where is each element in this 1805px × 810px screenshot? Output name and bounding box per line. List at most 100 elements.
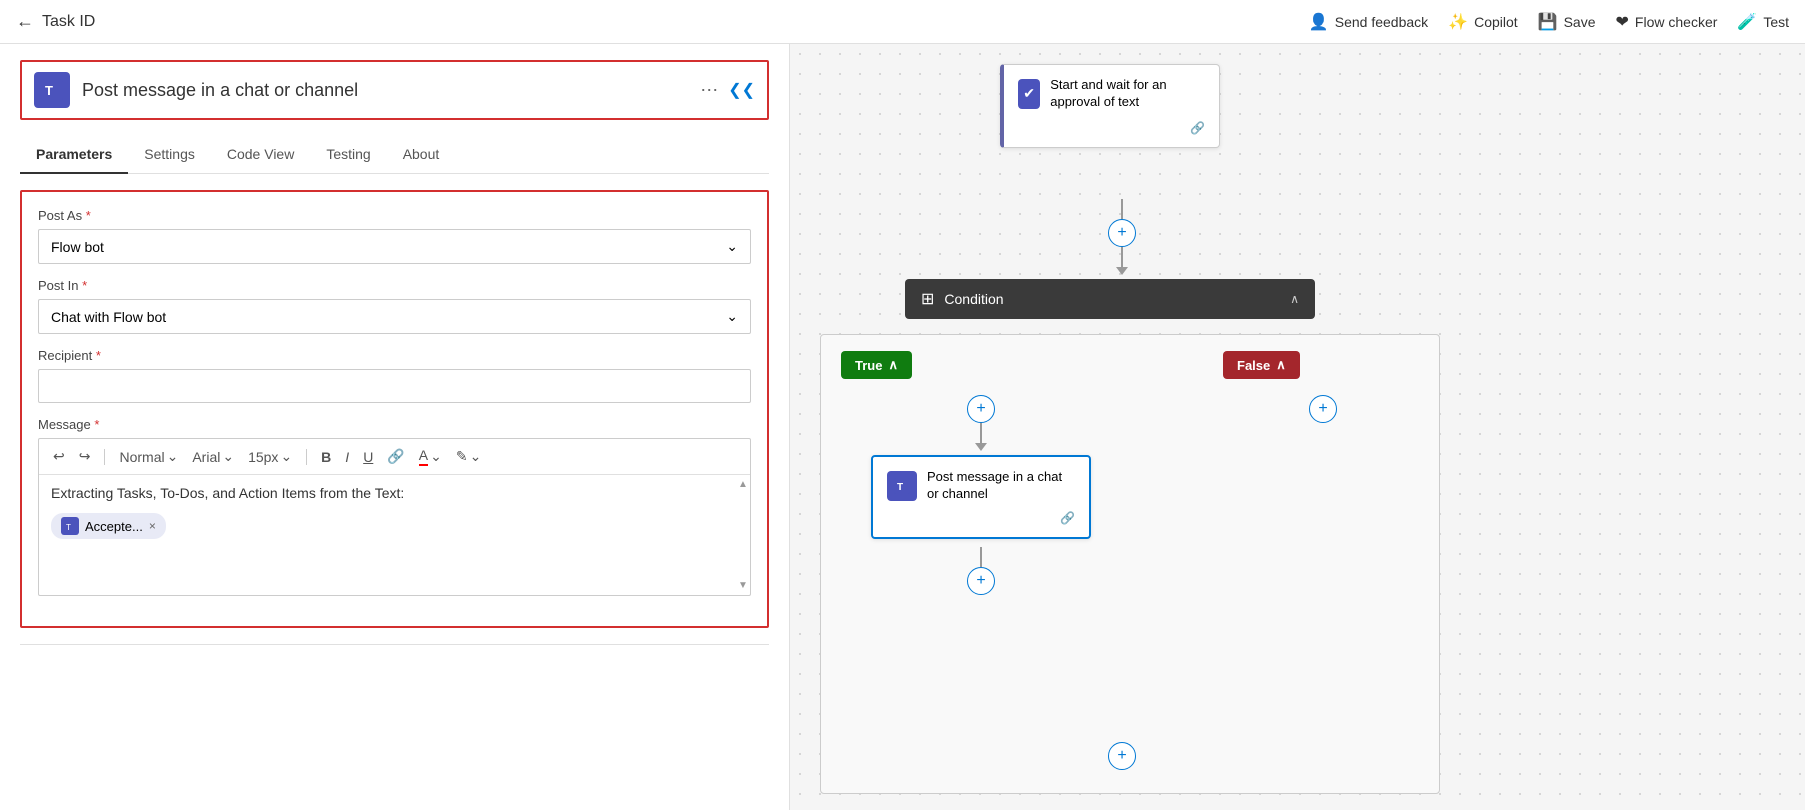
flow-checker-icon: ❤ — [1616, 12, 1629, 32]
connector-line-2 — [1121, 247, 1123, 267]
condition-node-icon: ⊞ — [921, 289, 934, 309]
post-in-label: Post In * — [38, 278, 751, 293]
copilot-icon: ✨ — [1448, 12, 1468, 32]
true-connector-arrow — [975, 443, 987, 451]
approval-node[interactable]: ✔ Start and wait for an approval of text… — [1000, 64, 1220, 148]
redo-button[interactable]: ↪ — [75, 446, 95, 467]
style-chevron-icon: ⌄ — [167, 448, 179, 465]
false-branch-label[interactable]: False ∧ — [1223, 351, 1300, 379]
panel-header: T Post message in a chat or channel ⋯ ❮❮ — [20, 60, 769, 120]
topbar-left: ← Task ID — [16, 11, 1309, 32]
font-color-button[interactable]: A ⌄ — [415, 445, 446, 468]
send-feedback-button[interactable]: 👤 Send feedback — [1309, 12, 1428, 32]
scrollbar-down-button[interactable]: ▼ — [738, 580, 748, 591]
true-chevron-icon: ∧ — [888, 357, 898, 373]
font-chevron-icon: ⌄ — [222, 448, 234, 465]
svg-text:T: T — [897, 482, 903, 493]
toolbar-separator-2 — [306, 449, 307, 465]
post-in-field: Post In * Chat with Flow bot ⌄ — [38, 278, 751, 334]
back-button[interactable]: ← — [16, 11, 34, 32]
form-section: Post As * Flow bot ⌄ Post In * Chat with… — [20, 190, 769, 628]
test-button[interactable]: 🧪 Test — [1737, 12, 1789, 32]
connector-line-1 — [1121, 199, 1123, 219]
undo-button[interactable]: ↩ — [49, 446, 69, 467]
flow-checker-button[interactable]: ❤ Flow checker — [1616, 12, 1718, 32]
condition-node-title: Condition — [944, 291, 1003, 307]
approval-node-icon: ✔ — [1018, 79, 1040, 109]
add-button-bottom[interactable]: + — [1108, 742, 1136, 770]
italic-button[interactable]: I — [341, 447, 353, 467]
scrollbar-up-button[interactable]: ▲ — [738, 479, 748, 490]
toolbar-separator-1 — [104, 449, 105, 465]
recipient-input[interactable] — [38, 369, 751, 403]
branch-container: True ∧ + — [820, 334, 1440, 794]
rte-scrollbar[interactable]: ▲ ▼ — [738, 475, 748, 595]
post-msg-connector-line — [980, 547, 982, 567]
flow-canvas-inner: ✔ Start and wait for an approval of text… — [790, 44, 1805, 810]
post-as-field: Post As * Flow bot ⌄ — [38, 208, 751, 264]
connector-arrow-1 — [1116, 267, 1128, 275]
style-dropdown[interactable]: Normal ⌄ — [115, 446, 182, 467]
post-as-chevron-icon: ⌄ — [726, 238, 738, 255]
rte-tag-close-button[interactable]: × — [149, 519, 156, 533]
true-branch-label[interactable]: True ∧ — [841, 351, 912, 379]
link-button[interactable]: 🔗 — [383, 446, 408, 467]
underline-button[interactable]: U — [359, 447, 377, 467]
svg-text:T: T — [66, 523, 71, 532]
add-button-true[interactable]: + — [967, 395, 995, 423]
post-msg-inner: T Post message in a chat or channel — [887, 469, 1075, 503]
approval-chain-icon: 🔗 — [1018, 121, 1205, 135]
tabs-bar: Parameters Settings Code View Testing Ab… — [20, 136, 769, 174]
recipient-field: Recipient * — [38, 348, 751, 403]
condition-node[interactable]: ⊞ Condition ∧ — [905, 279, 1315, 319]
approval-node-title: Start and wait for an approval of text — [1050, 77, 1205, 111]
add-button-false[interactable]: + — [1309, 395, 1337, 423]
recipient-label: Recipient * — [38, 348, 751, 363]
copilot-button[interactable]: ✨ Copilot — [1448, 12, 1518, 32]
flow-canvas: ✔ Start and wait for an approval of text… — [790, 44, 1805, 810]
action-icon: T — [34, 72, 70, 108]
add-button-true-bottom[interactable]: + — [967, 567, 995, 595]
bold-button[interactable]: B — [317, 447, 335, 467]
false-branch: False ∧ + — [1223, 351, 1423, 423]
false-branch-content: + — [1223, 395, 1423, 423]
rte-text: Extracting Tasks, To-Dos, and Action Ite… — [51, 485, 738, 501]
condition-collapse-button[interactable]: ∧ — [1290, 292, 1299, 306]
rte-tag-label: Accepte... — [85, 519, 143, 534]
topbar: ← Task ID 👤 Send feedback ✨ Copilot 💾 Sa… — [0, 0, 1805, 44]
left-panel: T Post message in a chat or channel ⋯ ❮❮… — [0, 44, 790, 810]
test-icon: 🧪 — [1737, 12, 1757, 32]
svg-text:T: T — [45, 83, 53, 98]
highlight-button[interactable]: ✎ ⌄ — [452, 446, 485, 467]
post-in-select[interactable]: Chat with Flow bot ⌄ — [38, 299, 751, 334]
message-rich-text-editor[interactable]: ↩ ↪ Normal ⌄ Arial ⌄ 15px — [38, 438, 751, 596]
message-label: Message * — [38, 417, 751, 432]
font-dropdown[interactable]: Arial ⌄ — [188, 446, 238, 467]
rte-content-area[interactable]: Extracting Tasks, To-Dos, and Action Ite… — [39, 475, 750, 595]
condition-node-left: ⊞ Condition — [921, 289, 1004, 309]
save-button[interactable]: 💾 Save — [1538, 12, 1596, 32]
tab-about[interactable]: About — [387, 136, 456, 174]
tab-code-view[interactable]: Code View — [211, 136, 310, 174]
size-dropdown[interactable]: 15px ⌄ — [244, 446, 296, 467]
highlight-chevron-icon: ⌄ — [470, 448, 482, 465]
more-options-button[interactable]: ⋯ — [700, 80, 718, 101]
tab-settings[interactable]: Settings — [128, 136, 211, 174]
rte-toolbar: ↩ ↪ Normal ⌄ Arial ⌄ 15px — [39, 439, 750, 475]
post-msg-chain-icon: 🔗 — [887, 511, 1075, 525]
tab-parameters[interactable]: Parameters — [20, 136, 128, 174]
post-msg-icon: T — [887, 471, 917, 501]
main-area: T Post message in a chat or channel ⋯ ❮❮… — [0, 44, 1805, 810]
connector-approval-condition: + — [1108, 199, 1136, 275]
topbar-title: Task ID — [42, 13, 95, 31]
post-as-select[interactable]: Flow bot ⌄ — [38, 229, 751, 264]
left-divider — [20, 644, 769, 645]
add-button-1[interactable]: + — [1108, 219, 1136, 247]
collapse-button[interactable]: ❮❮ — [728, 80, 755, 100]
message-field: Message * ↩ ↪ Normal ⌄ Arial — [38, 417, 751, 596]
false-chevron-icon: ∧ — [1276, 357, 1286, 373]
rte-tag-icon: T — [61, 517, 79, 535]
post-msg-title: Post message in a chat or channel — [927, 469, 1075, 503]
tab-testing[interactable]: Testing — [310, 136, 386, 174]
post-msg-node[interactable]: T Post message in a chat or channel 🔗 — [871, 455, 1091, 539]
